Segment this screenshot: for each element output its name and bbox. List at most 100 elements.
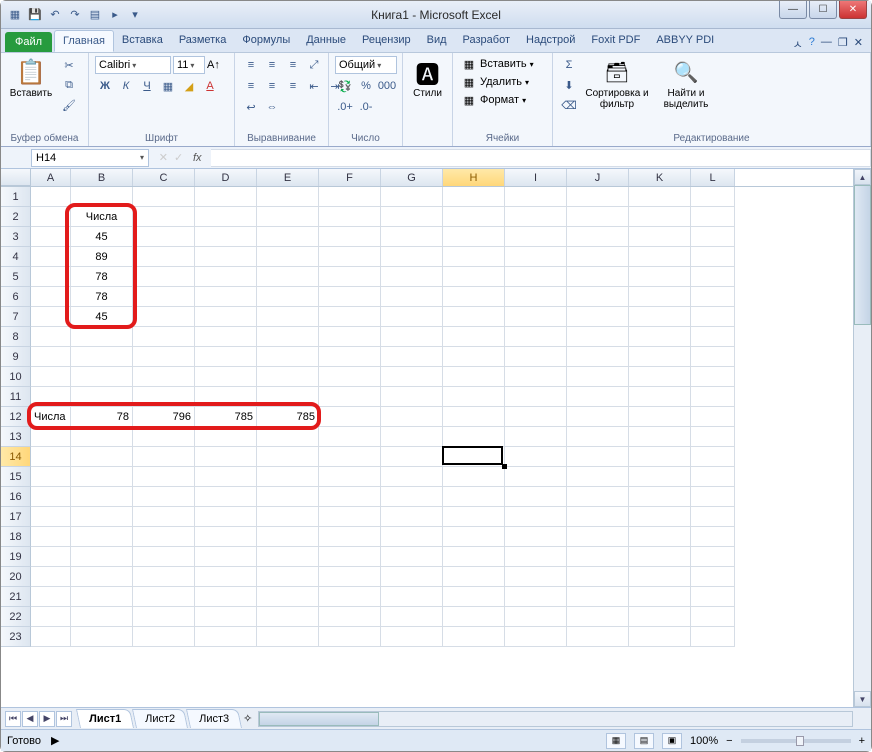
row-header-23[interactable]: 23 — [1, 627, 31, 647]
cell-A8[interactable] — [31, 327, 71, 347]
cell-K17[interactable] — [629, 507, 691, 527]
row-header-22[interactable]: 22 — [1, 607, 31, 627]
sheet-tab-Лист2[interactable]: Лист2 — [132, 709, 188, 728]
cell-H2[interactable] — [443, 207, 505, 227]
cell-A12[interactable]: Числа — [31, 407, 71, 427]
cell-L4[interactable] — [691, 247, 735, 267]
wrap-text-icon[interactable]: ↩ — [241, 98, 261, 116]
cell-E14[interactable] — [257, 447, 319, 467]
cell-D14[interactable] — [195, 447, 257, 467]
cell-K2[interactable] — [629, 207, 691, 227]
cell-G9[interactable] — [381, 347, 443, 367]
row-header-4[interactable]: 4 — [1, 247, 31, 267]
cell-G12[interactable] — [381, 407, 443, 427]
cell-B11[interactable] — [71, 387, 133, 407]
enter-formula-icon[interactable]: ✓ — [174, 151, 183, 164]
doc-minimize-icon[interactable]: — — [821, 36, 832, 52]
row-header-11[interactable]: 11 — [1, 387, 31, 407]
row-header-18[interactable]: 18 — [1, 527, 31, 547]
cell-E7[interactable] — [257, 307, 319, 327]
cell-A9[interactable] — [31, 347, 71, 367]
underline-icon[interactable]: Ч — [137, 77, 157, 95]
cell-D17[interactable] — [195, 507, 257, 527]
cell-B16[interactable] — [71, 487, 133, 507]
cell-E1[interactable] — [257, 187, 319, 207]
cell-J17[interactable] — [567, 507, 629, 527]
cell-D6[interactable] — [195, 287, 257, 307]
minimize-button[interactable]: — — [779, 1, 807, 19]
cell-K11[interactable] — [629, 387, 691, 407]
cell-H1[interactable] — [443, 187, 505, 207]
sheet-nav-first-icon[interactable]: ⏮ — [5, 711, 21, 727]
cell-B8[interactable] — [71, 327, 133, 347]
cut-icon[interactable]: ✂ — [59, 56, 79, 74]
cell-F13[interactable] — [319, 427, 381, 447]
cell-L18[interactable] — [691, 527, 735, 547]
cell-A3[interactable] — [31, 227, 71, 247]
autosum-icon[interactable]: Σ — [559, 56, 579, 74]
ribbon-tab-надстрой[interactable]: Надстрой — [518, 30, 583, 52]
cell-E21[interactable] — [257, 587, 319, 607]
cell-H18[interactable] — [443, 527, 505, 547]
row-header-5[interactable]: 5 — [1, 267, 31, 287]
currency-icon[interactable]: 💱 — [335, 77, 355, 95]
cell-J2[interactable] — [567, 207, 629, 227]
cell-L17[interactable] — [691, 507, 735, 527]
cell-D7[interactable] — [195, 307, 257, 327]
cell-A14[interactable] — [31, 447, 71, 467]
col-header-L[interactable]: L — [691, 169, 735, 186]
row-header-13[interactable]: 13 — [1, 427, 31, 447]
cell-D4[interactable] — [195, 247, 257, 267]
cell-A2[interactable] — [31, 207, 71, 227]
cell-K19[interactable] — [629, 547, 691, 567]
cell-G1[interactable] — [381, 187, 443, 207]
cell-C15[interactable] — [133, 467, 195, 487]
cell-G11[interactable] — [381, 387, 443, 407]
cell-C13[interactable] — [133, 427, 195, 447]
cell-L8[interactable] — [691, 327, 735, 347]
cell-F9[interactable] — [319, 347, 381, 367]
cell-I20[interactable] — [505, 567, 567, 587]
cell-D11[interactable] — [195, 387, 257, 407]
cell-J20[interactable] — [567, 567, 629, 587]
cell-G23[interactable] — [381, 627, 443, 647]
fill-color-icon[interactable]: ◢ — [179, 77, 199, 95]
cell-C17[interactable] — [133, 507, 195, 527]
paste-button[interactable]: 📋 Вставить — [7, 56, 55, 99]
cell-C11[interactable] — [133, 387, 195, 407]
cell-E15[interactable] — [257, 467, 319, 487]
cell-H21[interactable] — [443, 587, 505, 607]
cell-F4[interactable] — [319, 247, 381, 267]
cell-L3[interactable] — [691, 227, 735, 247]
cell-J16[interactable] — [567, 487, 629, 507]
row-header-20[interactable]: 20 — [1, 567, 31, 587]
cell-B17[interactable] — [71, 507, 133, 527]
cell-B5[interactable]: 78 — [71, 267, 133, 287]
cell-K8[interactable] — [629, 327, 691, 347]
cell-G6[interactable] — [381, 287, 443, 307]
cell-F3[interactable] — [319, 227, 381, 247]
cell-K9[interactable] — [629, 347, 691, 367]
cell-K3[interactable] — [629, 227, 691, 247]
cell-F17[interactable] — [319, 507, 381, 527]
col-header-F[interactable]: F — [319, 169, 381, 186]
view-layout-icon[interactable]: ▤ — [634, 733, 654, 749]
sheet-nav-next-icon[interactable]: ▶ — [39, 711, 55, 727]
ribbon-tab-рецензир[interactable]: Рецензир — [354, 30, 419, 52]
cell-C22[interactable] — [133, 607, 195, 627]
cell-L13[interactable] — [691, 427, 735, 447]
cell-I13[interactable] — [505, 427, 567, 447]
col-header-G[interactable]: G — [381, 169, 443, 186]
cell-B10[interactable] — [71, 367, 133, 387]
cell-I14[interactable] — [505, 447, 567, 467]
qat-icon[interactable]: ▤ — [87, 7, 103, 23]
cell-A4[interactable] — [31, 247, 71, 267]
file-tab[interactable]: Файл — [5, 32, 52, 52]
cell-D22[interactable] — [195, 607, 257, 627]
undo-icon[interactable]: ↶ — [47, 7, 63, 23]
cell-I6[interactable] — [505, 287, 567, 307]
grow-font-icon[interactable]: A↑ — [207, 59, 220, 71]
cell-G21[interactable] — [381, 587, 443, 607]
cell-C23[interactable] — [133, 627, 195, 647]
cell-F6[interactable] — [319, 287, 381, 307]
